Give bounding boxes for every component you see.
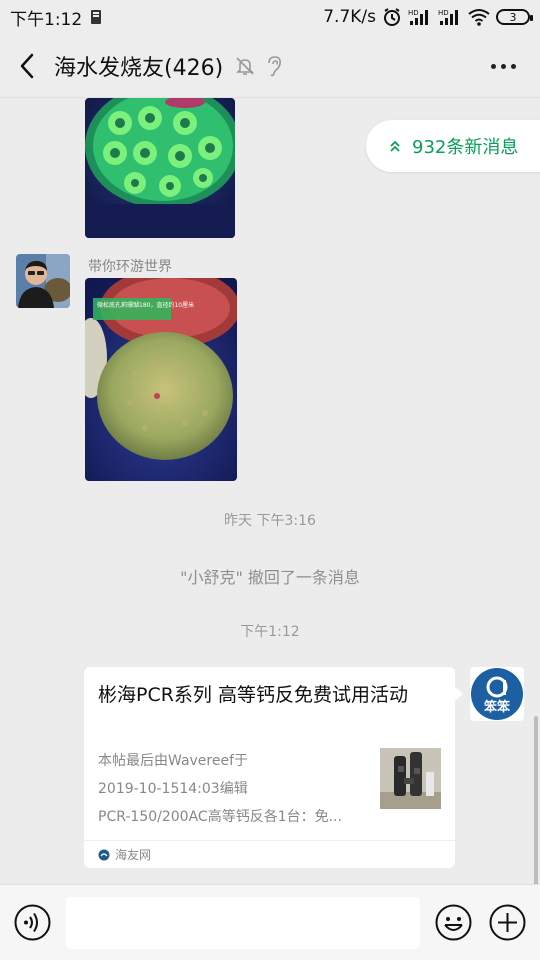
alarm-icon: [384, 8, 400, 26]
link-card-desc-line: 2019-10-1514:03编辑: [98, 781, 248, 797]
link-card-desc-line: PCR-150/200AC高等钙反各1台：免...: [98, 809, 342, 825]
timestamp: 昨天 下午3:16: [224, 513, 316, 529]
wifi-icon: [468, 9, 490, 26]
chat-messages[interactable]: 932条新消息 带你环游世界 微松底孔莉珊瑚180，直径约10厘米 昨天 下午3…: [0, 98, 540, 884]
double-chevron-up-icon: [390, 140, 400, 152]
battery-icon: 3: [496, 9, 533, 25]
mute-bell-icon: [236, 56, 255, 75]
coral-image[interactable]: 微松底孔莉珊瑚180，直径约10厘米: [85, 278, 237, 481]
chat-title: 海水发烧友(426): [54, 55, 224, 81]
dot-icon: [490, 63, 496, 69]
avatar-logo: 笨笨: [470, 667, 524, 721]
dot-icon: [500, 63, 506, 69]
voice-icon: [14, 904, 51, 941]
status-bar: 下午1:12 7.7K/s HD HD 3: [0, 0, 540, 34]
coral-image-top[interactable]: [85, 98, 235, 238]
link-card-source: 海友网: [84, 840, 455, 868]
more-functions-button[interactable]: [489, 904, 526, 941]
link-card-title: 彬海PCR系列 高等钙反免费试用活动: [98, 684, 408, 706]
network-speed: 7.7K/s: [323, 7, 376, 27]
svg-text:HD: HD: [408, 9, 419, 17]
timestamp: 下午1:12: [240, 624, 300, 640]
dot-icon: [510, 63, 516, 69]
avatar-logo-text: 笨笨: [484, 699, 511, 715]
more-options-button[interactable]: [488, 52, 518, 80]
scrollbar[interactable]: [534, 716, 538, 884]
battery-level: 3: [509, 10, 517, 24]
link-card-description: 本帖最后由Wavereef于 2019-10-1514:03编辑 PCR-150…: [98, 747, 373, 831]
source-logo-icon: [98, 849, 110, 860]
link-card-desc-line: 本帖最后由Wavereef于: [98, 753, 249, 769]
new-messages-button[interactable]: 932条新消息: [366, 120, 540, 172]
sender-name: 带你环游世界: [88, 259, 172, 275]
chevron-left-icon: [20, 53, 34, 78]
status-time: 下午1:12: [10, 9, 83, 30]
link-card-source-name: 海友网: [115, 848, 152, 862]
chat-header: 海水发烧友(426): [0, 34, 540, 98]
voice-button[interactable]: [14, 904, 51, 941]
emoji-button[interactable]: [435, 904, 472, 941]
coral-photo: 微松底孔莉珊瑚180，直径约10厘米: [85, 278, 237, 481]
plus-icon: [489, 904, 526, 941]
notification-icon: [91, 10, 102, 24]
hd-signal-icon-2: HD: [438, 9, 458, 25]
input-bar: [0, 884, 540, 960]
recall-notice: "小舒克" 撤回了一条消息: [180, 568, 360, 587]
coral-photo: [85, 98, 235, 238]
avatar-photo: [16, 254, 70, 308]
emoji-icon: [435, 904, 472, 941]
hd-signal-icon: HD: [408, 9, 428, 25]
svg-text:HD: HD: [438, 9, 449, 17]
link-card[interactable]: 彬海PCR系列 高等钙反免费试用活动 本帖最后由Wavereef于 2019-1…: [84, 667, 463, 868]
message-input[interactable]: [66, 897, 420, 949]
new-messages-label: 932条新消息: [412, 137, 519, 158]
avatar[interactable]: [16, 254, 70, 308]
ear-icon: [268, 55, 282, 76]
self-avatar[interactable]: 笨笨: [470, 667, 524, 721]
image-caption: 微松底孔莉珊瑚180，直径约10厘米: [97, 301, 194, 309]
link-card-thumbnail: [380, 748, 441, 809]
back-button[interactable]: [0, 34, 54, 98]
